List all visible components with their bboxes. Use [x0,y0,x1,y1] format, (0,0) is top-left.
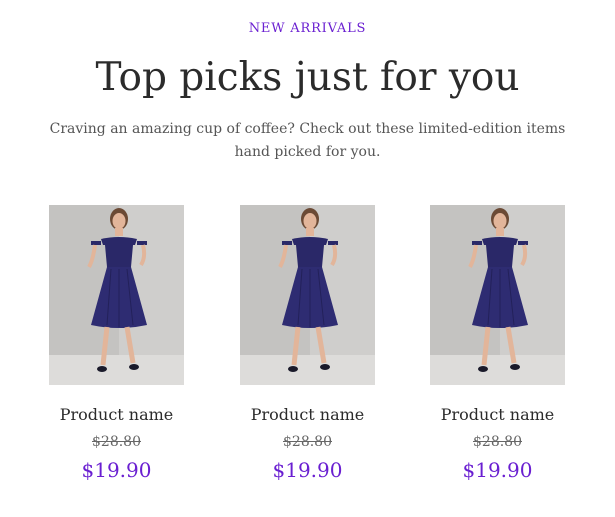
product-image[interactable] [240,205,375,385]
sale-price: $19.90 [81,458,152,482]
eyebrow-label: NEW ARRIVALS [248,21,367,36]
section-subtitle: Craving an amazing cup of coffee? Check … [49,121,566,160]
original-price: $28.80 [473,434,522,450]
original-price: $28.80 [283,434,332,450]
product-name[interactable]: Product name [230,404,385,426]
product-card[interactable]: Product name $28.80 $19.90 [240,205,375,483]
page-title: Top picks just for you [95,55,520,100]
product-name[interactable]: Product name [39,404,194,426]
product-name[interactable]: Product name [420,404,575,426]
original-price: $28.80 [92,434,141,450]
product-image[interactable] [49,205,184,385]
sale-price: $19.90 [462,458,533,482]
product-grid: Product name $28.80 $19.90 Product name … [0,205,615,505]
product-card[interactable]: Product name $28.80 $19.90 [430,205,565,483]
product-image[interactable] [430,205,565,385]
sale-price: $19.90 [272,458,343,482]
product-card[interactable]: Product name $28.80 $19.90 [49,205,184,483]
